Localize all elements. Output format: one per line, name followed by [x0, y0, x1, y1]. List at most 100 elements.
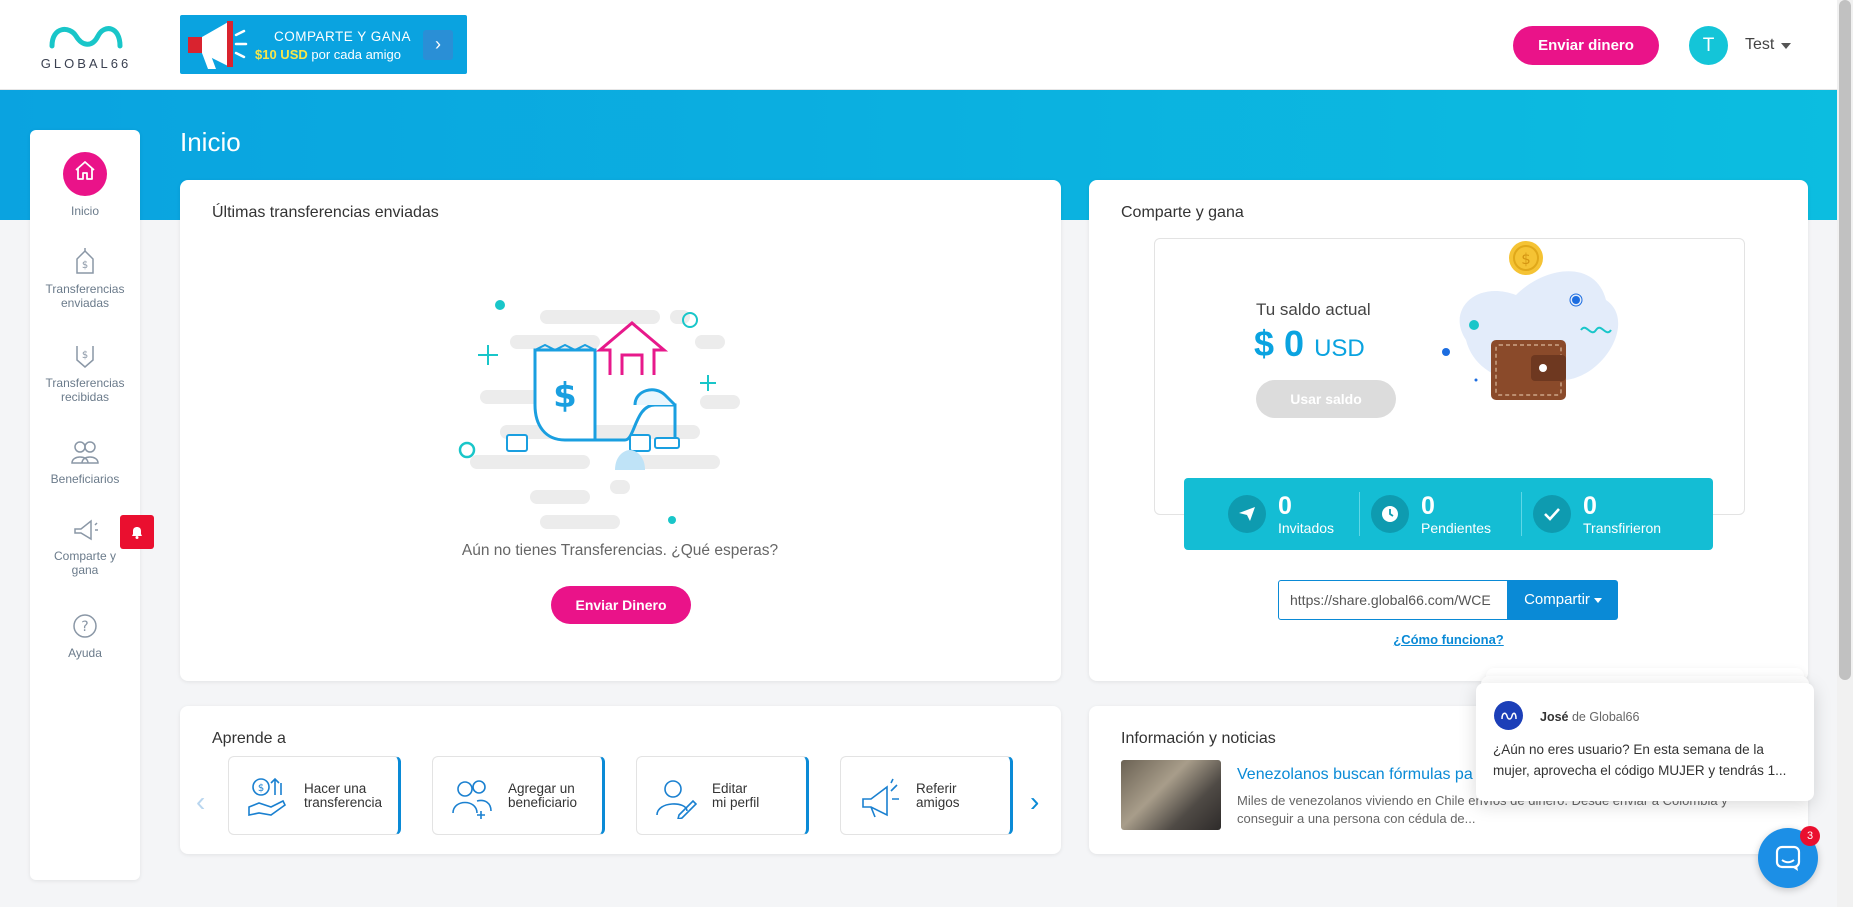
send-money-button-secondary[interactable]: Enviar Dinero [551, 586, 691, 624]
stat-label: Transfirieron [1583, 520, 1662, 536]
megaphone-icon [188, 21, 248, 69]
learn-label-line1: Agregar un [508, 781, 575, 796]
chat-sender-name: José [1540, 710, 1569, 724]
stat-divider [1521, 492, 1522, 536]
megaphone-icon [74, 519, 98, 541]
send-money-button[interactable]: Enviar dinero [1513, 26, 1659, 65]
global66-logo[interactable]: GLOBAL66 [36, 18, 136, 74]
learn-item-edit-profile[interactable]: Editar mi perfil [636, 756, 809, 835]
sidebar-item-label: Inicio [70, 204, 99, 218]
svg-text:?: ? [81, 619, 88, 635]
sidebar-item-label: Comparte y gana [53, 549, 117, 577]
home-icon [63, 152, 107, 196]
top-bar: GLOBAL66 COMPARTE Y GANA $10 USD por cad… [0, 0, 1853, 90]
chat-message-text: ¿Aún no eres usuario? En esta semana de … [1493, 742, 1787, 778]
promo-amount: $10 USD [255, 47, 308, 62]
learn-label-line2: beneficiario [508, 795, 578, 810]
learn-item-label: Hacer una transferencia [304, 782, 382, 810]
wallet-illustration: $ [1442, 241, 1619, 400]
learn-item-transfer[interactable]: $ Hacer una transferencia [228, 756, 401, 835]
paper-plane-icon [1228, 495, 1266, 533]
help-icon: ? [73, 614, 97, 638]
learn-label-line2: mi perfil [712, 795, 760, 810]
learn-label-line1: Editar [712, 781, 748, 796]
learn-item-label: Referir amigos [916, 782, 960, 810]
share-earn-card: Comparte y gana Tu saldo actual $ 0 USD … [1089, 180, 1808, 681]
sidebar-item-label: Ayuda [68, 646, 102, 660]
megaphone-icon [862, 778, 899, 818]
agent-avatar [1494, 701, 1523, 730]
chat-message-popup[interactable]: José de Global66 ¿Aún no eres usuario? E… [1476, 683, 1814, 801]
receive-transfer-icon: $ [76, 346, 94, 368]
share-earn-card-title: Comparte y gana [1121, 204, 1244, 221]
empty-transfers-illustration: $ [458, 300, 740, 529]
page-title: Inicio [180, 127, 241, 157]
send-transfer-icon: $ [76, 248, 94, 274]
learn-label-line2: transferencia [304, 795, 383, 810]
balance-currency: USD [1314, 335, 1365, 362]
carousel-prev-arrow-icon[interactable]: ‹ [196, 786, 205, 818]
edit-profile-icon [656, 780, 697, 819]
svg-text:$: $ [82, 350, 88, 361]
balance-label: Tu saldo actual [1256, 300, 1371, 319]
referral-stats-bar: 0 Invitados 0 Pendientes 0 Transfirieron [1184, 478, 1713, 550]
add-user-icon [452, 780, 492, 819]
sidebar-item-ayuda[interactable]: ? Ayuda [30, 612, 140, 660]
promo-rest: por cada amigo [311, 47, 401, 62]
svg-text:$: $ [553, 376, 577, 416]
transfers-card: Últimas transferencias enviadas $ Aún no… [180, 180, 1061, 681]
sidebar-item-beneficiarios[interactable]: Beneficiarios [30, 438, 140, 486]
svg-text:$: $ [82, 260, 88, 271]
svg-text:$: $ [1521, 250, 1531, 268]
promo-subtitle: $10 USD por cada amigo [255, 47, 401, 62]
learn-item-add-beneficiary[interactable]: Agregar un beneficiario [432, 756, 605, 835]
learn-card: Aprende a ‹ $ Hacer una transferencia Agr… [180, 706, 1061, 854]
stat-value: 0 [1278, 492, 1292, 520]
sidebar-item-transferencias-recibidas[interactable]: $ Transferencias recibidas [30, 342, 140, 404]
use-balance-button[interactable]: Usar saldo [1256, 380, 1396, 418]
notification-bell-icon[interactable] [120, 515, 154, 549]
share-dropdown-button[interactable]: Compartir [1508, 580, 1618, 620]
sidebar-item-label: Beneficiarios [50, 472, 120, 486]
news-card-title: Información y noticias [1121, 730, 1276, 747]
carousel-next-arrow-icon[interactable]: › [1030, 786, 1039, 818]
news-thumbnail[interactable] [1121, 760, 1221, 830]
sidebar-item-label: Transferencias enviadas [45, 282, 125, 310]
sidebar-item-transferencias-enviadas[interactable]: $ Transferencias enviadas [30, 248, 140, 310]
sidebar: Inicio $ Transferencias enviadas $ Trans… [30, 130, 140, 880]
logo-text: GLOBAL66 [40, 56, 132, 71]
logo-wave-icon [49, 26, 123, 49]
share-link-input[interactable]: https://share.global66.com/WCE [1278, 580, 1508, 620]
users-icon [71, 441, 99, 464]
learn-item-label: Agregar un beneficiario [508, 782, 577, 810]
share-promo-banner[interactable]: COMPARTE Y GANA $10 USD por cada amigo › [180, 15, 467, 74]
chat-icon [1775, 845, 1801, 871]
learn-label-line1: Referir [916, 781, 957, 796]
learn-item-refer-friends[interactable]: Referir amigos [840, 756, 1013, 835]
user-name[interactable]: Test [1745, 36, 1774, 54]
sidebar-item-inicio[interactable]: Inicio [30, 152, 140, 218]
page-scrollbar[interactable] [1837, 0, 1853, 907]
chevron-right-icon[interactable]: › [423, 30, 453, 60]
stat-value: 0 [1421, 492, 1435, 520]
balance-value: $ 0 USD [1254, 323, 1365, 365]
chat-sender-suffix: de Global66 [1571, 710, 1640, 724]
chat-sender: José de Global66 [1540, 710, 1639, 724]
caret-down-icon [1593, 597, 1602, 603]
learn-item-label: Editar mi perfil [712, 782, 759, 810]
avatar[interactable]: T [1689, 26, 1728, 65]
stat-label: Invitados [1278, 520, 1335, 536]
scrollbar-thumb[interactable] [1839, 0, 1851, 680]
stat-divider [1359, 492, 1360, 536]
transfers-card-title: Últimas transferencias enviadas [212, 204, 439, 221]
learn-label-line2: amigos [916, 795, 960, 810]
share-button-label: Compartir [1524, 591, 1590, 608]
balance-symbol: $ [1254, 323, 1275, 364]
caret-down-icon[interactable] [1781, 43, 1791, 49]
transfer-hand-icon: $ [248, 777, 287, 816]
learn-label-line1: Hacer una [304, 781, 367, 796]
how-it-works-link[interactable]: ¿Cómo funciona? [1089, 632, 1808, 647]
balance-amount: 0 [1284, 323, 1305, 364]
promo-title: COMPARTE Y GANA [274, 29, 412, 44]
stat-label: Pendientes [1421, 520, 1492, 536]
